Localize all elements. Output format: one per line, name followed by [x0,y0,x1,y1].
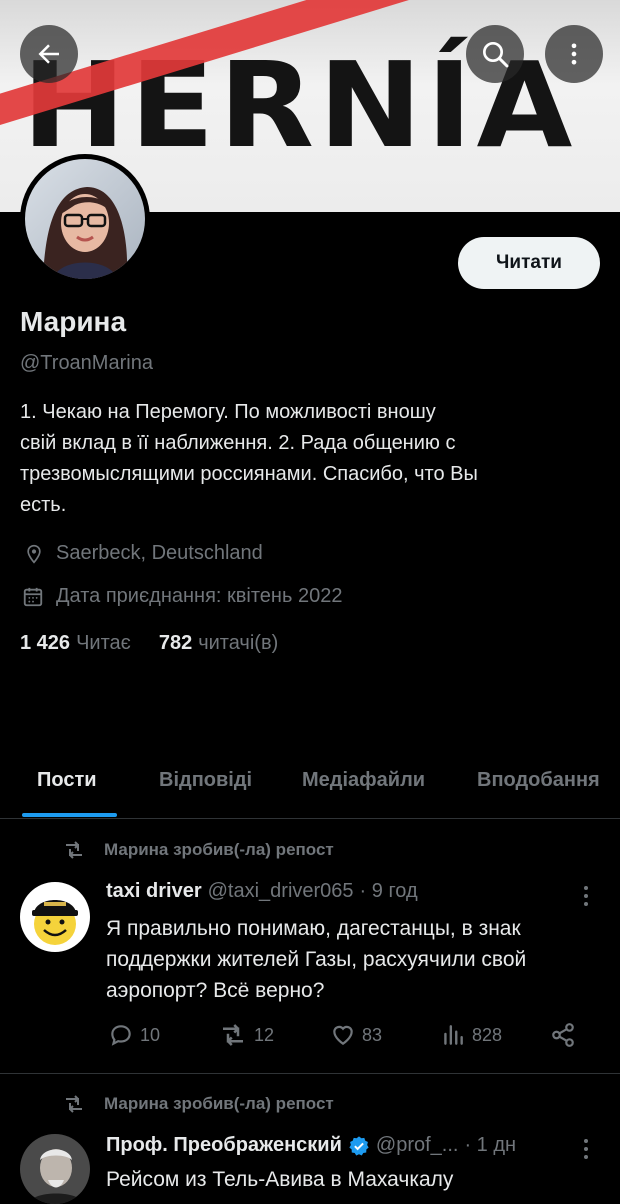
tweet-divider [0,1073,620,1074]
tab-media[interactable]: Медіафайли [302,769,425,792]
profile-handle: @TroanMarina [20,352,153,374]
tweet-author-name[interactable]: Проф. Преображенский [106,1134,342,1157]
tweet-author-avatar[interactable] [20,1134,90,1204]
profile-name: Марина [20,306,127,337]
more-options-button[interactable] [545,25,603,83]
following-label: Читає [76,632,131,654]
profile-tabs: Пости Відповіді Медіафайли Вподобання [0,750,620,819]
tweet-author-handle: @prof_... [375,1134,459,1156]
search-button[interactable] [466,25,524,83]
arrow-left-icon [38,44,59,64]
tweet-time: · 1 дн [464,1134,517,1156]
tweet-text-line: Рейсом из Тель-Авива в Махачкалу [106,1168,454,1191]
profile-stats: 1 426 Читає 782 читачі(в) [20,632,278,655]
followers-label: читачі(в) [198,632,279,654]
calendar-icon [23,587,43,606]
following-count: 1 426 [20,632,71,654]
more-vertical-icon[interactable] [576,883,596,909]
tab-replies[interactable]: Відповіді [159,769,252,792]
active-tab-indicator [22,813,117,817]
tweet-time: · 9 год [359,880,418,902]
tweet-text-line: аэропорт? Всё верно? [106,979,325,1002]
follow-button[interactable]: Читати [458,237,600,289]
like-count: 83 [362,1024,383,1045]
tweet-text-line: Я правильно понимаю, дагестанцы, в знак [106,917,521,940]
reply-count: 10 [140,1024,161,1045]
repost-icon [223,1024,243,1046]
tweet-text: Я правильно понимаю, дагестанцы, в знак … [106,913,586,1006]
repost-text: Марина зробив(-ла) репост [104,1094,334,1113]
join-date-text: Дата приєднання: квітень 2022 [56,585,343,607]
repost-button[interactable]: 12 [218,1022,274,1048]
followers-count: 782 [158,632,193,654]
heart-icon [333,1025,353,1045]
share-icon [552,1023,574,1047]
profile-bio: 1. Чекаю на Перемогу. По можливості внош… [20,397,580,521]
repost-icon [66,1095,82,1113]
repost-count: 12 [254,1024,275,1045]
tweet-actions: 10 12 83 828 [108,1022,588,1054]
verified-badge-icon [349,1135,369,1156]
location-pin-icon [27,544,41,564]
tab-likes[interactable]: Вподобання [477,769,600,792]
share-button[interactable] [550,1022,582,1048]
bio-line: свій вклад в її наближення. 2. Рада обще… [20,432,456,454]
repost-text: Марина зробив(-ла) репост [104,840,334,859]
like-button[interactable]: 83 [330,1022,382,1048]
tweet-author-name[interactable]: taxi driver [106,880,202,903]
bio-line: трезвомыслящими россиянами. Спасибо, что… [20,463,478,485]
profile-location: Saerbeck, Deutschland [24,542,263,565]
search-icon [483,42,509,68]
more-vertical-icon [571,43,577,65]
views-button[interactable]: 828 [440,1022,502,1048]
repost-indicator: Марина зробив(-ла) репост [62,840,334,860]
profile-join-date: Дата приєднання: квітень 2022 [22,585,342,608]
tweet-author-handle: @taxi_driver065 [207,880,354,902]
tweet-text-line: поддержки жителей Газы, расхуячили свой [106,948,527,971]
views-icon [444,1025,463,1045]
reply-icon [111,1025,131,1046]
following-stat[interactable]: 1 426 Читає [20,632,131,655]
followers-stat[interactable]: 782 читачі(в) [159,632,278,655]
tweet-header: taxi driver @taxi_driver065 · 9 год [106,880,418,903]
repost-icon [66,841,82,859]
reply-button[interactable]: 10 [108,1022,160,1048]
tweet-text: Рейсом из Тель-Авива в Махачкалу [106,1164,586,1195]
tab-posts[interactable]: Пости [37,769,97,792]
bio-line: 1. Чекаю на Перемогу. По можливості внош… [20,401,436,423]
tweet-header: Проф. Преображенский @prof_... · 1 дн [106,1134,516,1157]
tweet-author-avatar[interactable] [20,882,90,952]
avatar [25,159,145,279]
repost-indicator: Марина зробив(-ла) репост [62,1094,334,1114]
location-text: Saerbeck, Deutschland [56,542,263,564]
more-vertical-icon[interactable] [576,1136,596,1162]
profile-avatar[interactable] [20,154,150,284]
views-count: 828 [472,1024,503,1045]
back-button[interactable] [20,25,78,83]
bio-line: есть. [20,494,67,516]
